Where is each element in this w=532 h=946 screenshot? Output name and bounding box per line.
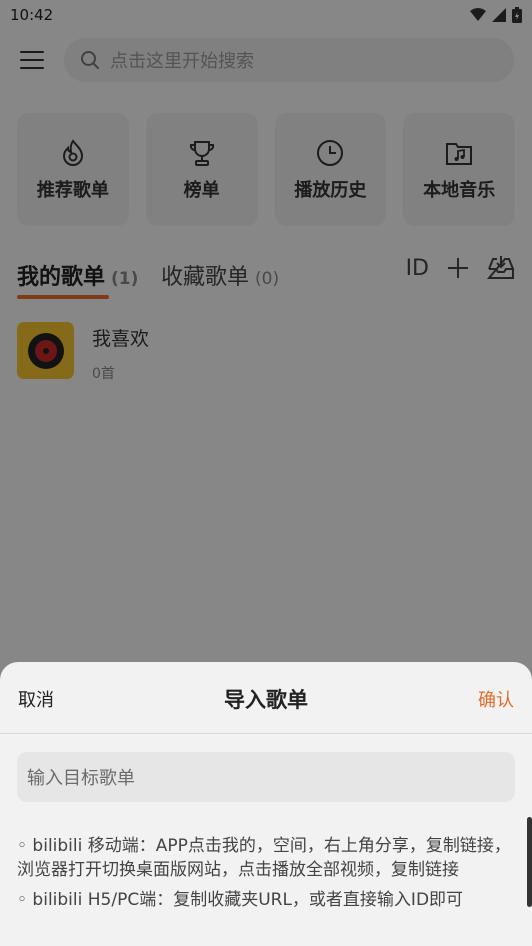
instruction-item: ◦ bilibili H5/PC端：复制收藏夹URL，或者直接输入ID即可: [17, 890, 464, 910]
scrollbar[interactable]: [527, 817, 532, 907]
instruction-item: ◦ bilibili 移动端：APP点击我的，空间，右上角分享，复制链接，浏览器…: [17, 836, 511, 880]
sheet-title: 导入歌单: [224, 688, 308, 712]
import-instructions: ◦ bilibili 移动端：APP点击我的，空间，右上角分享，复制链接，浏览器…: [17, 834, 515, 918]
confirm-button[interactable]: 确认: [478, 686, 514, 712]
import-playlist-sheet: 取消 导入歌单 确认 输入目标歌单 ◦ bilibili 移动端：APP点击我的…: [0, 662, 532, 946]
sheet-header: 取消 导入歌单 确认: [0, 662, 532, 734]
playlist-url-input[interactable]: 输入目标歌单: [17, 752, 515, 802]
